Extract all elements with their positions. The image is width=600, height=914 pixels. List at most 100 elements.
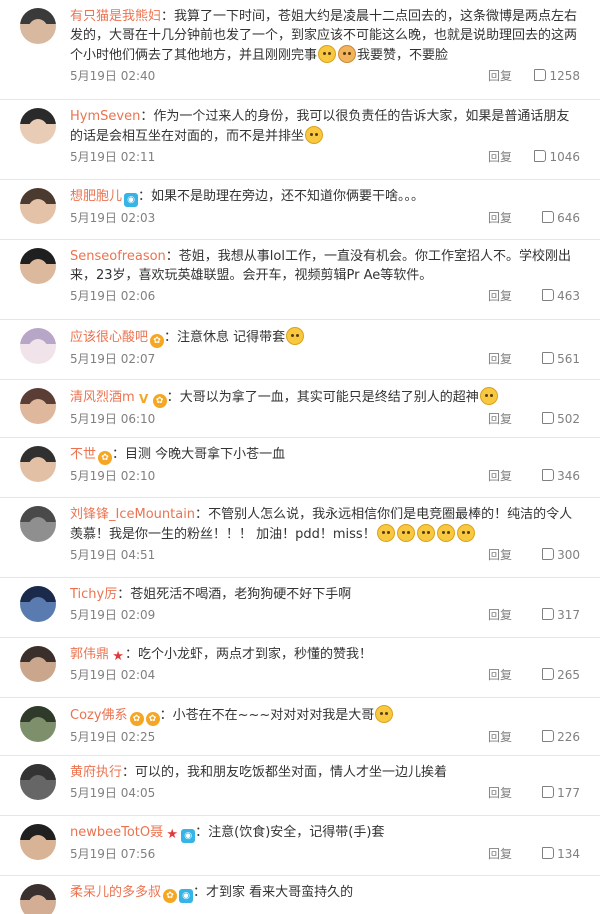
emoji-icon xyxy=(286,327,305,345)
like-button[interactable]: 265 xyxy=(542,664,580,686)
thumbs-up-icon xyxy=(542,211,555,223)
reply-button[interactable]: 回复 xyxy=(488,465,512,487)
commenter-name[interactable]: 不世 xyxy=(70,447,96,462)
like-count: 265 xyxy=(557,668,580,682)
avatar[interactable] xyxy=(20,646,56,682)
comment-text: 小苍在不在~~~对对对对我是大哥 xyxy=(172,708,375,723)
commenter-name[interactable]: Senseofreason xyxy=(70,249,166,264)
commenter-name[interactable]: Tichy厉 xyxy=(70,587,117,602)
emoji-icon xyxy=(376,524,395,542)
comment-item: Senseofreason：苍姐，我想从事lol工作，一直没有机会。你工作室招人… xyxy=(0,240,600,320)
comment-time: 5月19日 04:51 xyxy=(70,548,156,562)
avatar[interactable] xyxy=(20,446,56,482)
avatar[interactable] xyxy=(20,388,56,424)
avatar[interactable] xyxy=(20,248,56,284)
like-button[interactable]: 226 xyxy=(542,726,580,748)
avatar[interactable] xyxy=(20,506,56,542)
reply-button[interactable]: 回复 xyxy=(488,408,512,430)
thumbs-up-icon xyxy=(542,469,555,481)
camera-badge-icon: ◉ xyxy=(181,829,196,843)
like-button[interactable]: 1046 xyxy=(534,146,580,168)
commenter-name[interactable]: 郭伟鼎 xyxy=(70,647,109,662)
like-count: 177 xyxy=(557,786,580,800)
reply-button[interactable]: 回复 xyxy=(488,604,512,626)
like-button[interactable]: 646 xyxy=(542,207,580,229)
avatar[interactable] xyxy=(20,706,56,742)
vip-badge-icon: ✿ xyxy=(150,334,165,348)
like-button[interactable]: 300 xyxy=(542,544,580,566)
comment-time: 5月19日 02:10 xyxy=(70,469,156,483)
commenter-name[interactable]: newbeeTotO聂 xyxy=(70,825,163,840)
comment-text: 注意(饮食)安全，记得带(手)套 xyxy=(208,825,385,840)
reply-button[interactable]: 回复 xyxy=(488,146,512,168)
reply-button[interactable]: 回复 xyxy=(488,726,512,748)
avatar[interactable] xyxy=(20,764,56,800)
avatar[interactable] xyxy=(20,824,56,860)
like-count: 134 xyxy=(557,847,580,861)
comment-text: 吃个小龙虾，两点才到家，秒懂的赞我！ xyxy=(138,647,373,662)
reply-button[interactable]: 回复 xyxy=(488,285,512,307)
comment-time: 5月19日 02:40 xyxy=(70,69,156,83)
avatar[interactable] xyxy=(20,8,56,44)
comment-item: 柔呆儿的多多叔 ✿ ◉ ：才到家 看来大哥蛮持久的 xyxy=(0,876,600,914)
verified-v-icon: V xyxy=(139,392,149,406)
thumbs-up-icon xyxy=(542,668,555,680)
thumbs-up-icon xyxy=(542,786,555,798)
commenter-name[interactable]: 黄府执行 xyxy=(70,765,122,780)
commenter-name[interactable]: Cozy佛系 xyxy=(70,708,128,723)
comment-item: 刘锋锋_IceMountain：不管别人怎么说，我永远相信你们是电竞圈最棒的！纯… xyxy=(0,498,600,578)
emoji-icon xyxy=(456,524,475,542)
emoji-icon xyxy=(479,387,498,405)
avatar[interactable] xyxy=(20,586,56,622)
star-badge-icon: ★ xyxy=(166,827,178,842)
avatar[interactable] xyxy=(20,108,56,144)
thumbs-up-icon xyxy=(542,608,555,620)
like-button[interactable]: 346 xyxy=(542,465,580,487)
reply-button[interactable]: 回复 xyxy=(488,782,512,804)
commenter-name[interactable]: HymSeven xyxy=(70,109,140,124)
emoji-icon xyxy=(318,45,337,63)
reply-button[interactable]: 回复 xyxy=(488,664,512,686)
reply-button[interactable]: 回复 xyxy=(488,65,512,87)
reply-button[interactable]: 回复 xyxy=(488,348,512,370)
comment-text: 才到家 看来大哥蛮持久的 xyxy=(206,885,354,900)
like-button[interactable]: 463 xyxy=(542,285,580,307)
comment-item: Cozy佛系 ✿ ✿ ：小苍在不在~~~对对对对我是大哥 5月19日 02:25 回复… xyxy=(0,698,600,756)
reply-button[interactable]: 回复 xyxy=(488,544,512,566)
comment-text: 目测 今晚大哥拿下小苍一血 xyxy=(125,447,286,462)
thumbs-up-icon xyxy=(542,847,555,859)
like-button[interactable]: 134 xyxy=(542,843,580,865)
comment-time: 5月19日 06:10 xyxy=(70,412,156,426)
comment-time: 5月19日 04:05 xyxy=(70,786,156,800)
comment-item: 清风烈酒m V ✿ ：大哥以为拿了一血，其实可能只是终结了别人的超神 5月19日 06… xyxy=(0,380,600,438)
commenter-name[interactable]: 有只猫是我熊妇 xyxy=(70,9,161,24)
like-button[interactable]: 177 xyxy=(542,782,580,804)
commenter-name[interactable]: 清风烈酒m xyxy=(70,390,135,405)
reply-button[interactable]: 回复 xyxy=(488,843,512,865)
reply-button[interactable]: 回复 xyxy=(488,207,512,229)
commenter-name[interactable]: 应该很心酸吧 xyxy=(70,330,148,345)
thumbs-up-icon xyxy=(542,548,555,560)
vip-badge-icon: ✿ xyxy=(98,451,113,465)
commenter-name[interactable]: 刘锋锋_IceMountain xyxy=(70,507,195,522)
camera-badge-icon: ◉ xyxy=(179,889,194,903)
commenter-name[interactable]: 柔呆儿的多多叔 xyxy=(70,885,161,900)
avatar[interactable] xyxy=(20,328,56,364)
like-button[interactable]: 317 xyxy=(542,604,580,626)
like-button[interactable]: 502 xyxy=(542,408,580,430)
avatar[interactable] xyxy=(20,884,56,914)
comment-item: 不世 ✿ ：目测 今晚大哥拿下小苍一血 5月19日 02:10 回复 346 xyxy=(0,438,600,498)
comment-item: HymSeven：作为一个过来人的身份，我可以很负责任的告诉大家，如果是普通话朋… xyxy=(0,100,600,180)
comment-time: 5月19日 07:56 xyxy=(70,847,156,861)
like-count: 226 xyxy=(557,730,580,744)
vip-badge-icon: ✿ xyxy=(163,889,178,903)
comment-item: 有只猫是我熊妇：我算了一下时间，苍姐大约是凌晨十二点回去的，这条微博是两点左右发… xyxy=(0,0,600,100)
comment-item: 应该很心酸吧 ✿ ：注意休息 记得带套 5月19日 02:07 回复 561 xyxy=(0,320,600,380)
star-badge-icon: ★ xyxy=(112,649,124,664)
like-button[interactable]: 1258 xyxy=(534,65,580,87)
avatar[interactable] xyxy=(20,188,56,224)
emoji-icon xyxy=(338,45,357,63)
comment-item: Tichy厉：苍姐死活不喝酒，老狗狗硬不好下手啊 5月19日 02:09 回复 … xyxy=(0,578,600,638)
commenter-name[interactable]: 想肥胞儿 xyxy=(70,189,122,204)
like-button[interactable]: 561 xyxy=(542,348,580,370)
